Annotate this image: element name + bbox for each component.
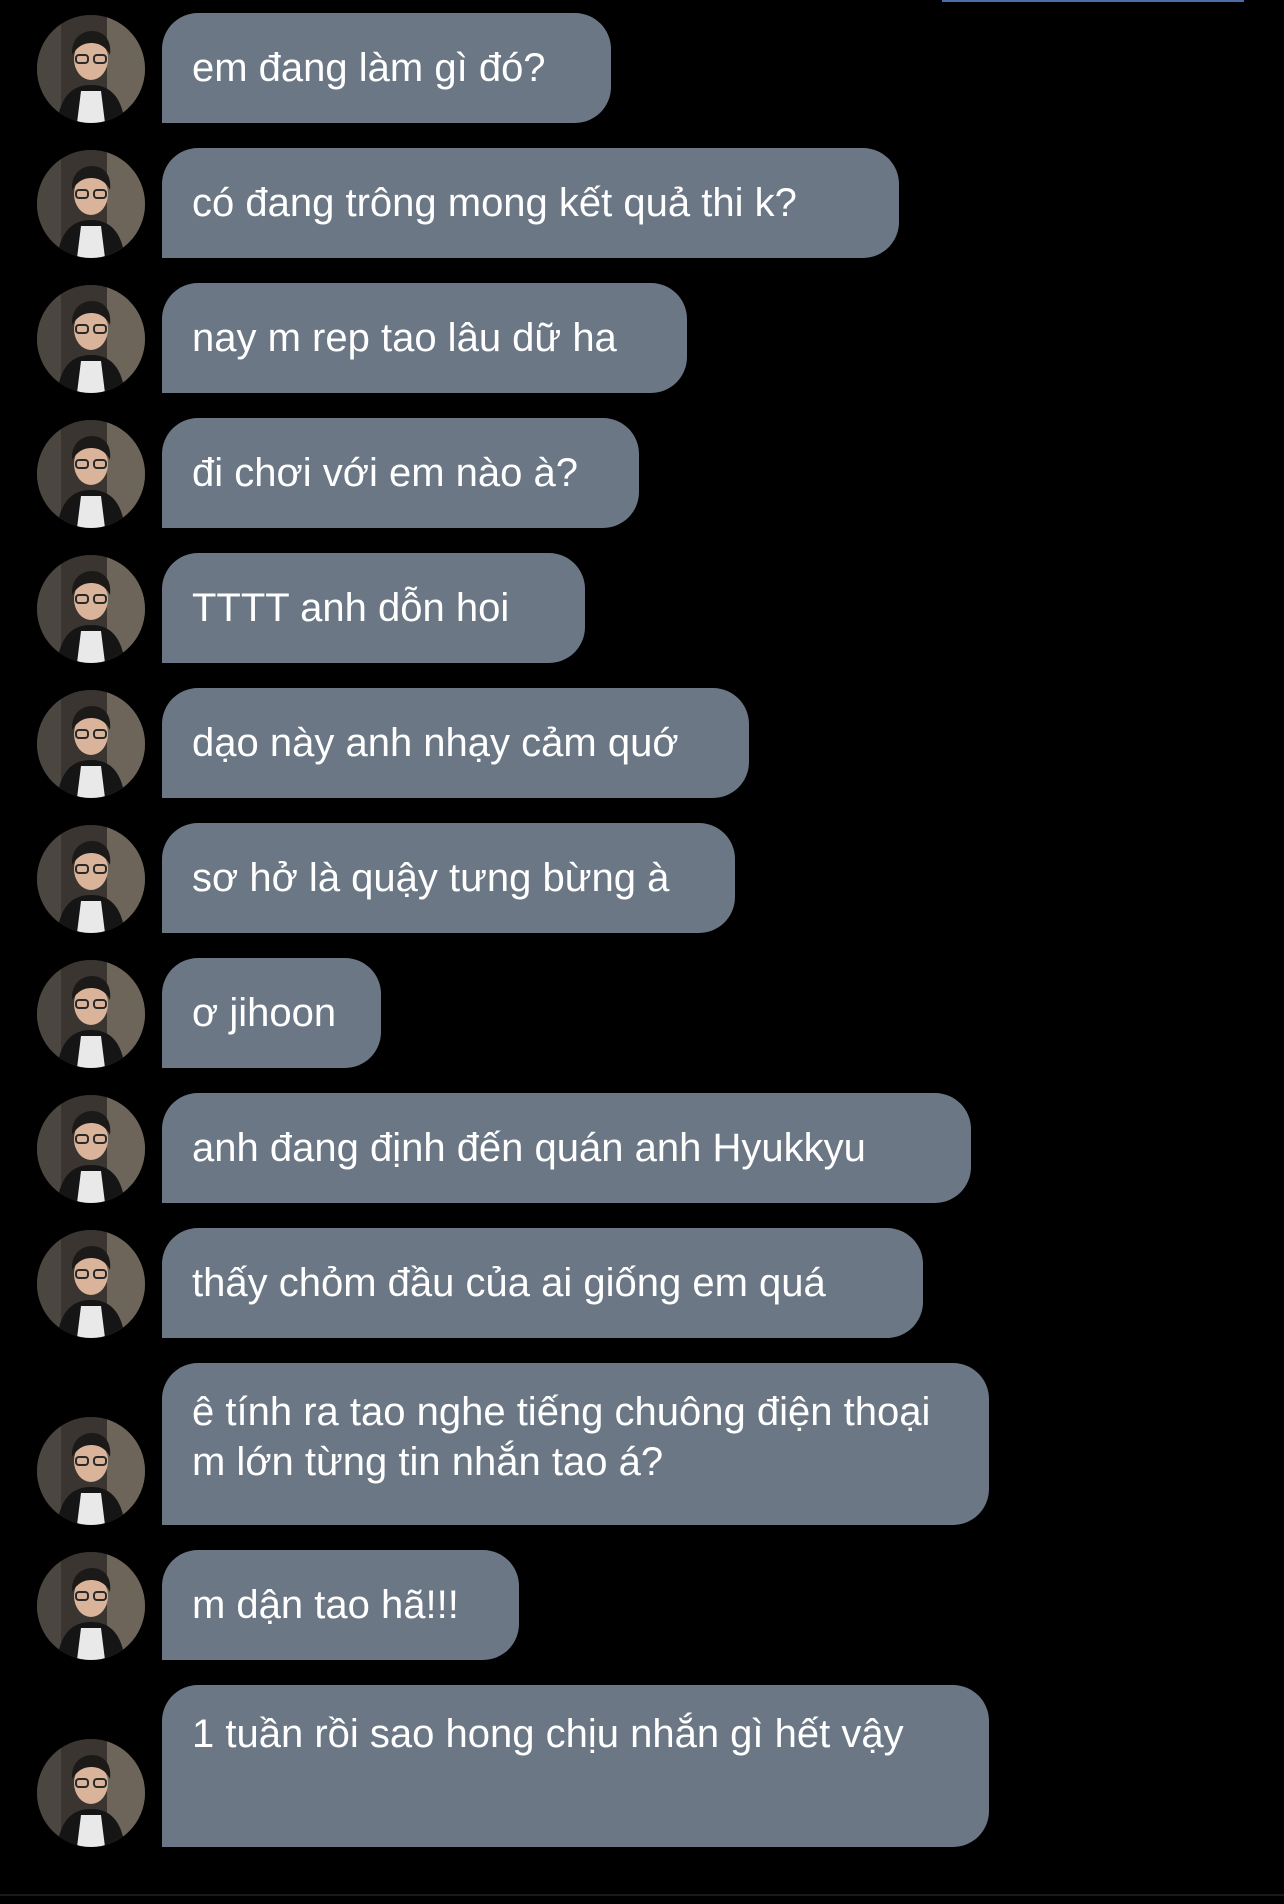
avatar[interactable]	[37, 1230, 145, 1338]
message-bubble[interactable]: thấy chỏm đầu của ai giống em quá	[162, 1228, 923, 1338]
message-text: nay m rep tao lâu dữ ha	[192, 316, 617, 360]
avatar[interactable]	[37, 285, 145, 393]
user-avatar-photo-icon	[37, 960, 145, 1068]
message-row: thấy chỏm đầu của ai giống em quá	[0, 1228, 1284, 1338]
message-bubble[interactable]: dạo này anh nhạy cảm quớ	[162, 688, 749, 798]
avatar[interactable]	[37, 1739, 145, 1847]
message-row: anh đang định đến quán anh Hyukkyu	[0, 1093, 1284, 1203]
message-text: anh đang định đến quán anh Hyukkyu	[192, 1126, 866, 1170]
user-avatar-photo-icon	[37, 825, 145, 933]
message-bubble[interactable]: ê tính ra tao nghe tiếng chuông điện tho…	[162, 1363, 989, 1525]
message-row: nay m rep tao lâu dữ ha	[0, 283, 1284, 393]
message-bubble[interactable]: 1 tuần rồi sao hong chịu nhắn gì hết vậy	[162, 1685, 989, 1847]
avatar[interactable]	[37, 690, 145, 798]
user-avatar-photo-icon	[37, 1230, 145, 1338]
message-text: ê tính ra tao nghe tiếng chuông điện tho…	[192, 1390, 931, 1484]
user-avatar-photo-icon	[37, 15, 145, 123]
message-bubble[interactable]: nay m rep tao lâu dữ ha	[162, 283, 687, 393]
avatar[interactable]	[37, 1095, 145, 1203]
message-text: thấy chỏm đầu của ai giống em quá	[192, 1261, 826, 1305]
user-avatar-photo-icon	[37, 420, 145, 528]
message-text: dạo này anh nhạy cảm quớ	[192, 721, 679, 765]
message-row: TTTT anh dỗn hoi	[0, 553, 1284, 663]
user-avatar-photo-icon	[37, 690, 145, 798]
user-avatar-photo-icon	[37, 1739, 145, 1847]
user-avatar-photo-icon	[37, 150, 145, 258]
user-avatar-photo-icon	[37, 285, 145, 393]
message-bubble[interactable]: anh đang định đến quán anh Hyukkyu	[162, 1093, 971, 1203]
message-row: m dận tao hã!!!	[0, 1550, 1284, 1660]
message-text: đi chơi với em nào à?	[192, 451, 578, 495]
message-bubble[interactable]: m dận tao hã!!!	[162, 1550, 519, 1660]
message-row: có đang trông mong kết quả thi k?	[0, 148, 1284, 258]
user-avatar-photo-icon	[37, 555, 145, 663]
message-text: em đang làm gì đó?	[192, 46, 546, 90]
message-row: dạo này anh nhạy cảm quớ	[0, 688, 1284, 798]
user-avatar-photo-icon	[37, 1095, 145, 1203]
avatar[interactable]	[37, 960, 145, 1068]
user-avatar-photo-icon	[37, 1417, 145, 1525]
message-bubble[interactable]: em đang làm gì đó?	[162, 13, 611, 123]
avatar[interactable]	[37, 150, 145, 258]
avatar[interactable]	[37, 15, 145, 123]
top-scroll-indicator	[942, 0, 1244, 2]
message-row: em đang làm gì đó?	[0, 13, 1284, 123]
bottom-divider	[0, 1894, 1284, 1896]
message-text: TTTT anh dỗn hoi	[192, 586, 510, 630]
message-row: sơ hở là quậy tưng bừng à	[0, 823, 1284, 933]
message-text: 1 tuần rồi sao hong chịu nhắn gì hết vậy	[192, 1712, 904, 1756]
message-text: sơ hở là quậy tưng bừng à	[192, 856, 670, 900]
message-bubble[interactable]: đi chơi với em nào à?	[162, 418, 639, 528]
avatar[interactable]	[37, 1417, 145, 1525]
avatar[interactable]	[37, 420, 145, 528]
message-text: có đang trông mong kết quả thi k?	[192, 181, 797, 225]
message-text: ơ jihoon	[192, 991, 337, 1035]
avatar[interactable]	[37, 1552, 145, 1660]
avatar[interactable]	[37, 825, 145, 933]
message-row: đi chơi với em nào à?	[0, 418, 1284, 528]
user-avatar-photo-icon	[37, 1552, 145, 1660]
message-text: m dận tao hã!!!	[192, 1583, 459, 1627]
message-bubble[interactable]: có đang trông mong kết quả thi k?	[162, 148, 899, 258]
message-bubble[interactable]: ơ jihoon	[162, 958, 381, 1068]
message-row: 1 tuần rồi sao hong chịu nhắn gì hết vậy	[0, 1685, 1284, 1847]
message-row: ơ jihoon	[0, 958, 1284, 1068]
message-bubble[interactable]: sơ hở là quậy tưng bừng à	[162, 823, 735, 933]
message-bubble[interactable]: TTTT anh dỗn hoi	[162, 553, 585, 663]
avatar[interactable]	[37, 555, 145, 663]
message-row: ê tính ra tao nghe tiếng chuông điện tho…	[0, 1363, 1284, 1525]
